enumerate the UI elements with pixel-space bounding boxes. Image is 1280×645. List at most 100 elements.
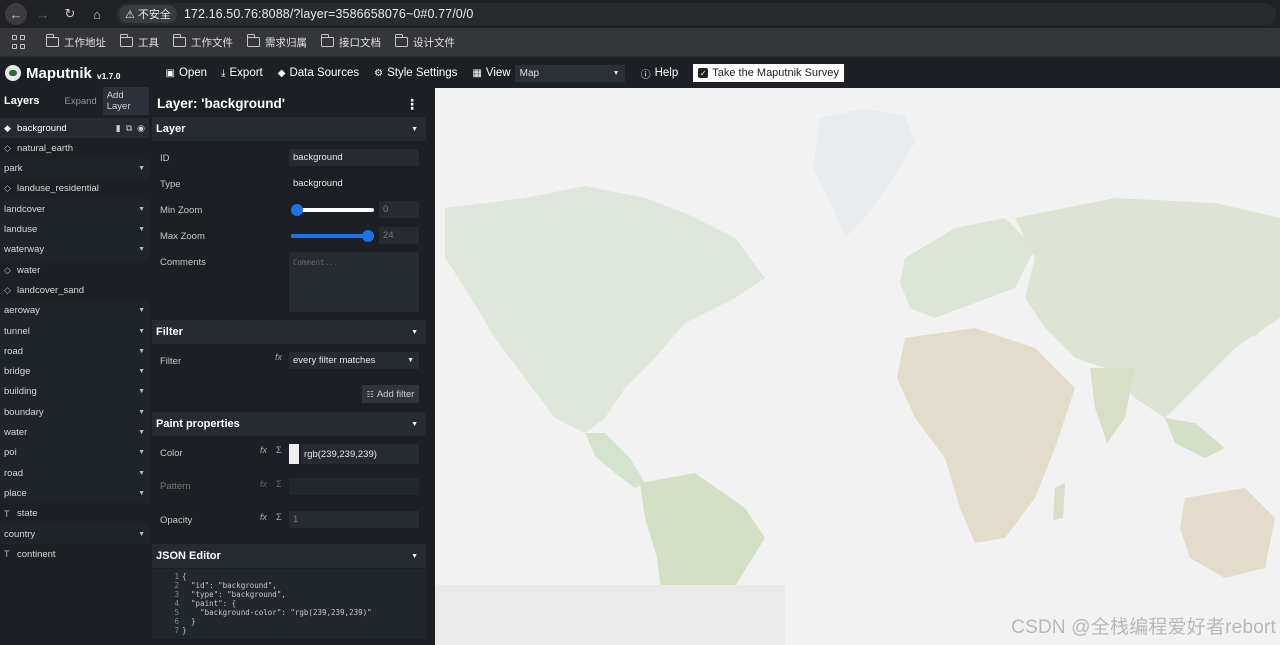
more-vertical-icon[interactable]: ⋮ <box>405 96 419 113</box>
opacity-input[interactable]: 1 <box>289 511 419 528</box>
json-line: 5 "background-color": "rgb(239,239,239)" <box>152 608 371 617</box>
chevron-down-icon[interactable]: ▼ <box>138 470 145 477</box>
address-bar[interactable]: ⚠ 不安全 172.16.50.76:8088/?layer=358665807… <box>116 3 1276 25</box>
pattern-input[interactable] <box>289 478 419 495</box>
json-editor[interactable]: 1{2 "id": "background", 3 "type": "backgr… <box>152 569 426 639</box>
text-symbol-icon: T <box>4 508 10 519</box>
filter-section-header[interactable]: Filter ▼ <box>152 320 426 344</box>
function-icon[interactable]: fx <box>260 445 267 455</box>
min-zoom-input[interactable]: 0 <box>379 201 419 218</box>
bookmark-folder[interactable]: 工具 <box>119 34 159 50</box>
app-logo[interactable]: Maputnik v1.7.0 <box>5 65 120 82</box>
sigma-icon[interactable]: Σ <box>276 479 282 489</box>
max-zoom-input[interactable]: 24 <box>379 227 419 244</box>
function-icon[interactable]: fx <box>275 352 282 362</box>
chevron-down-icon[interactable]: ▼ <box>138 409 145 416</box>
layer-section-header[interactable]: Layer ▼ <box>152 117 426 141</box>
chevron-down-icon[interactable]: ▼ <box>138 388 145 395</box>
url-text[interactable]: 172.16.50.76:8088/?layer=3586658076~0#0.… <box>184 7 474 21</box>
copy-icon[interactable]: ⧉ <box>126 123 132 134</box>
slider-thumb[interactable] <box>362 230 374 242</box>
chevron-down-icon[interactable]: ▼ <box>138 206 145 213</box>
layer-group-item[interactable]: building ▼ <box>0 381 149 402</box>
layer-group-item[interactable]: boundary ▼ <box>0 402 149 423</box>
chevron-down-icon[interactable]: ▼ <box>138 165 145 172</box>
open-button[interactable]: ▣ Open <box>165 67 207 79</box>
sigma-icon[interactable]: Σ <box>276 512 282 522</box>
bookmark-folder[interactable]: 接口文档 <box>320 34 381 50</box>
layer-group-item[interactable]: road ▼ <box>0 463 149 484</box>
chevron-down-icon[interactable]: ▼ <box>138 429 145 436</box>
reload-icon[interactable]: ↻ <box>59 3 81 25</box>
layer-item[interactable]: Tcontinent <box>0 544 149 564</box>
view-button[interactable]: ▦ View <box>472 67 510 79</box>
paint-section-header[interactable]: Paint properties ▼ <box>152 412 426 436</box>
layer-item[interactable]: ◇ natural_earth <box>0 138 149 158</box>
layer-label: building <box>4 386 37 398</box>
layer-group-item[interactable]: park ▼ <box>0 158 149 179</box>
json-editor-section-header[interactable]: JSON Editor ▼ <box>152 544 426 568</box>
view-select[interactable]: Map ▼ <box>514 64 625 82</box>
layer-group-item[interactable]: tunnel ▼ <box>0 321 149 341</box>
layer-item[interactable]: ◆ background ▮ ⧉ ◉ <box>0 118 149 138</box>
layer-group-item[interactable]: bridge ▼ <box>0 361 149 382</box>
min-zoom-slider[interactable] <box>291 203 374 217</box>
bookmark-folder[interactable]: 工作文件 <box>172 34 233 50</box>
layer-item[interactable]: Tstate <box>0 504 149 524</box>
map-view[interactable]: CSDN @全栈编程爱好者rebort <box>435 88 1280 645</box>
id-input[interactable]: background <box>289 149 419 166</box>
layer-group-item[interactable]: road ▼ <box>0 341 149 362</box>
eye-icon[interactable]: ◉ <box>137 123 145 134</box>
style-settings-button[interactable]: ⚙ Style Settings <box>374 67 457 79</box>
layer-group-item[interactable]: country ▼ <box>0 524 149 544</box>
expand-button[interactable]: Expand <box>64 96 96 107</box>
folder-icon <box>246 34 260 47</box>
layer-actions: ▮ ⧉ ◉ <box>116 123 145 134</box>
chevron-down-icon[interactable]: ▼ <box>138 348 145 355</box>
function-icon[interactable]: fx <box>260 479 267 489</box>
chevron-down-icon[interactable]: ▼ <box>138 449 145 456</box>
add-layer-button[interactable]: Add Layer <box>102 87 149 115</box>
slider-thumb[interactable] <box>291 204 303 216</box>
chevron-down-icon[interactable]: ▼ <box>138 368 145 375</box>
max-zoom-slider[interactable] <box>291 229 374 243</box>
layer-group-item[interactable]: landcover ▼ <box>0 199 149 220</box>
chevron-down-icon[interactable]: ▼ <box>138 328 145 335</box>
help-button[interactable]: ⓘ Help <box>641 66 679 81</box>
layer-group-item[interactable]: place ▼ <box>0 483 149 504</box>
layer-group-item[interactable]: aeroway ▼ <box>0 300 149 321</box>
layer-group-item[interactable]: poi ▼ <box>0 442 149 463</box>
bookmark-folder[interactable]: 工作地址 <box>45 34 106 50</box>
trash-icon[interactable]: ▮ <box>116 123 121 134</box>
layer-group-item[interactable]: landuse ▼ <box>0 219 149 240</box>
home-icon[interactable]: ⌂ <box>86 3 108 25</box>
export-button[interactable]: ⤓ Export <box>221 67 263 79</box>
chevron-down-icon[interactable]: ▼ <box>138 246 145 253</box>
bookmark-folder[interactable]: 设计文件 <box>394 34 455 50</box>
chevron-down-icon[interactable]: ▼ <box>138 531 145 538</box>
chevron-down-icon[interactable]: ▼ <box>138 226 145 233</box>
layer-item[interactable]: ◇ landcover_sand <box>0 280 149 300</box>
survey-button[interactable]: ✓ Take the Maputnik Survey <box>693 64 844 82</box>
layer-item[interactable]: ◇ landuse_residential <box>0 179 149 199</box>
color-input[interactable]: rgb(239,239,239) <box>301 444 419 464</box>
add-filter-button[interactable]: ☷ Add filter <box>362 385 419 403</box>
layer-group-item[interactable]: waterway ▼ <box>0 239 149 260</box>
color-swatch[interactable] <box>289 444 299 464</box>
back-arrow-icon[interactable]: ← <box>5 3 27 25</box>
apps-grid-icon[interactable] <box>12 35 26 49</box>
layer-label: boundary <box>4 406 44 418</box>
forward-arrow-icon[interactable]: → <box>32 3 54 25</box>
chevron-down-icon[interactable]: ▼ <box>138 490 145 497</box>
chevron-down-icon[interactable]: ▼ <box>138 307 145 314</box>
layer-item[interactable]: ◇ water <box>0 260 149 280</box>
comments-textarea[interactable]: Comment... <box>289 252 419 312</box>
bookmark-folder[interactable]: 需求归属 <box>246 34 307 50</box>
sigma-icon[interactable]: Σ <box>276 445 282 455</box>
folder-icon <box>394 34 408 47</box>
function-icon[interactable]: fx <box>260 512 267 522</box>
layer-group-item[interactable]: water ▼ <box>0 422 149 443</box>
security-indicator[interactable]: ⚠ 不安全 <box>119 5 177 23</box>
data-sources-button[interactable]: ◆ Data Sources <box>278 67 359 79</box>
filter-select[interactable]: every filter matches ▼ <box>289 352 419 369</box>
